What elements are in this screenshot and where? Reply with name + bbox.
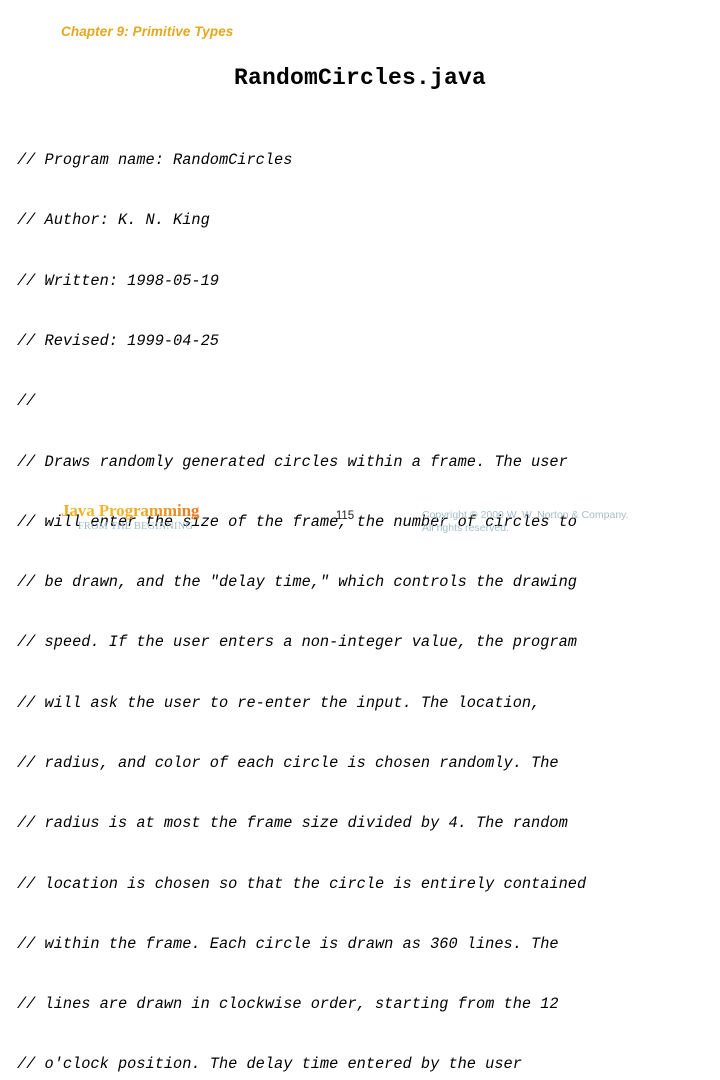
brand-logo: Java Programming FROM THE BEGINNING — [61, 502, 301, 533]
code-line: // lines are drawn in clockwise order, s… — [17, 995, 559, 1014]
chapter-header: Chapter 9: Primitive Types — [61, 24, 234, 39]
code-line: // be drawn, and the "delay time," which… — [17, 573, 577, 592]
code-line: // o'clock position. The delay time ente… — [17, 1055, 522, 1074]
code-line: // Program name: RandomCircles — [17, 151, 293, 170]
code-line: // — [17, 392, 36, 411]
code-line: // Author: K. N. King — [17, 211, 210, 230]
code-line: // radius is at most the frame size divi… — [17, 814, 568, 833]
code-line: // will ask the user to re-enter the inp… — [17, 693, 541, 712]
copyright-line-1: Copyright © 2000 W. W. Norton & Company. — [422, 509, 629, 521]
code-line: // speed. If the user enters a non-integ… — [17, 633, 577, 652]
code-line: // Revised: 1999-04-25 — [17, 332, 219, 351]
slide-canvas: Chapter 9: Primitive Types RandomCircles… — [0, 0, 720, 1073]
page-title: RandomCircles.java — [233, 65, 487, 91]
code-line: // within the frame. Each circle is draw… — [17, 934, 559, 953]
copyright-notice: Copyright © 2000 W. W. Norton & Company.… — [422, 509, 702, 534]
code-line: // Draws randomly generated circles with… — [17, 452, 568, 471]
code-line: // Written: 1998-05-19 — [17, 271, 219, 290]
brand-title: Java Programming — [61, 502, 301, 520]
slide-footer: Java Programming FROM THE BEGINNING 115 … — [0, 500, 720, 540]
code-comment-block: // Program name: RandomCircles // Author… — [17, 110, 713, 1080]
code-line: // radius, and color of each circle is c… — [17, 754, 559, 772]
code-line: // location is chosen so that the circle… — [17, 874, 587, 893]
copyright-line-2: All rights reserved. — [422, 521, 509, 534]
page-number: 115 — [335, 510, 355, 522]
brand-subtitle: FROM THE BEGINNING — [78, 521, 193, 532]
